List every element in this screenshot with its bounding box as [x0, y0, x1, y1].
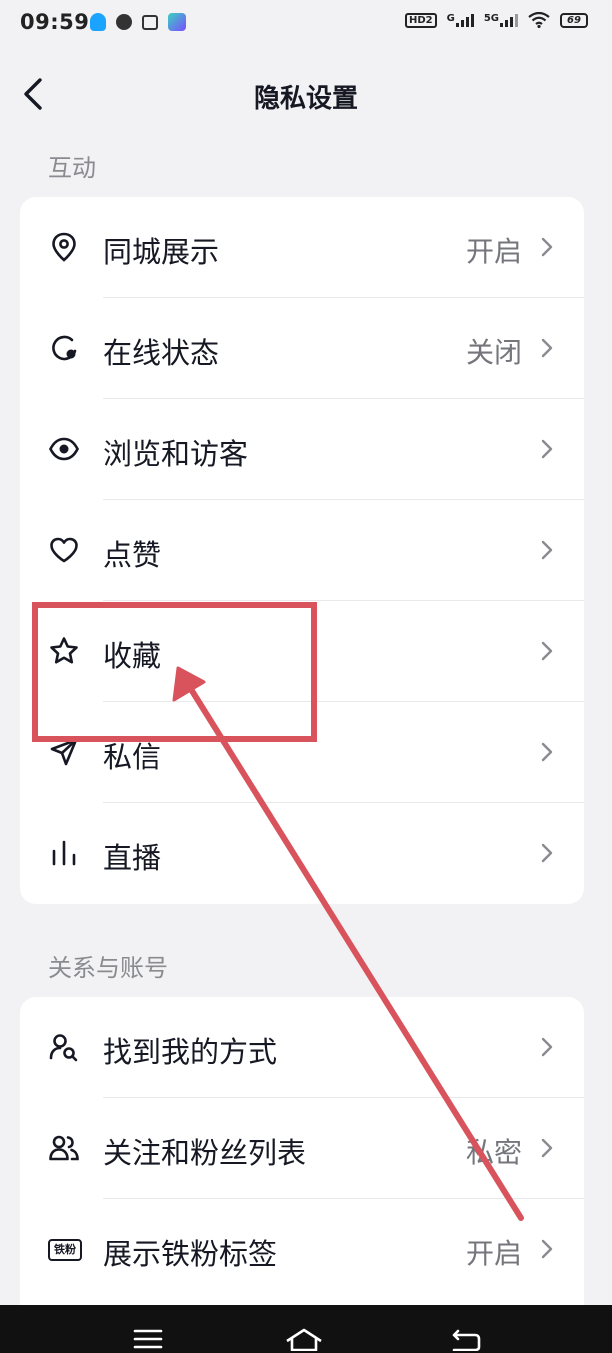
calendar-icon: [142, 14, 158, 30]
setting-row-likes[interactable]: 点赞: [20, 500, 584, 601]
setting-value: 关闭: [465, 336, 522, 369]
setting-value: 开启: [465, 1237, 522, 1270]
signal-5g-label: 5G: [483, 13, 499, 24]
setting-row-local-display[interactable]: 同城展示 开启: [20, 197, 584, 298]
chevron-right-icon: [541, 1037, 553, 1057]
setting-label: 直播: [103, 841, 162, 875]
setting-row-fan-badge[interactable]: 铁粉 展示铁粉标签 开启: [20, 1199, 584, 1300]
setting-row-views-visitors[interactable]: 浏览和访客: [20, 399, 584, 500]
setting-label: 同城展示: [103, 235, 220, 269]
setting-row-online-status[interactable]: 在线状态 关闭: [20, 298, 584, 399]
chevron-right-icon: [541, 742, 553, 762]
chevron-right-icon: [541, 641, 553, 661]
chevron-right-icon: [541, 540, 553, 560]
online-status-icon: [52, 335, 77, 361]
hd-indicator: HD2: [404, 12, 437, 28]
battery-icon: 69: [560, 12, 588, 28]
setting-label: 展示铁粉标签: [103, 1237, 278, 1271]
bar-chart-icon: [52, 840, 76, 866]
section-title-interaction: 互动: [48, 154, 96, 182]
chevron-right-icon: [541, 439, 553, 459]
setting-row-find-me[interactable]: 找到我的方式: [20, 997, 584, 1098]
eye-icon: [49, 437, 79, 461]
relations-settings-card: 找到我的方式 关注和粉丝列表 私密 铁粉 展示铁粉标签 开启: [20, 997, 584, 1305]
chevron-right-icon: [541, 1239, 553, 1259]
page-title: 隐私设置: [253, 84, 358, 114]
setting-label: 浏览和访客: [103, 437, 249, 471]
setting-label: 点赞: [103, 538, 162, 572]
users-icon: [49, 1135, 79, 1161]
status-right: HD2 G 5G 69: [404, 12, 588, 28]
back-nav-icon[interactable]: [450, 1327, 482, 1351]
setting-value: 开启: [465, 235, 522, 268]
fan-badge-icon: 铁粉: [48, 1239, 82, 1261]
chevron-right-icon: [541, 843, 553, 863]
setting-label: 关注和粉丝列表: [103, 1136, 307, 1170]
fan-badge-text: 铁粉: [54, 1243, 76, 1256]
location-pin-icon: [52, 232, 76, 262]
system-nav-bar: [0, 1305, 612, 1353]
interaction-settings-card: 同城展示 开启 在线状态 关闭 浏览和访客 点赞 收藏 私信 直播: [20, 197, 584, 904]
chevron-right-icon: [541, 237, 553, 257]
setting-label: 在线状态: [103, 336, 220, 370]
setting-label: 找到我的方式: [103, 1035, 278, 1069]
signal-5g-icon: 5G: [484, 13, 518, 27]
user-search-icon: [49, 1034, 78, 1062]
notification-icons: [90, 13, 186, 31]
status-time: 09:59: [20, 10, 90, 34]
status-bar: 09:59 HD2 G 5G 69: [0, 0, 612, 48]
setting-value: 私密: [465, 1136, 522, 1169]
compass-icon: [116, 14, 132, 30]
section-title-relations: 关系与账号: [48, 954, 168, 982]
qq-icon: [90, 13, 106, 31]
app-notification-icon: [168, 13, 186, 31]
signal-g-icon: G: [447, 13, 474, 27]
signal-g-label: G: [446, 13, 455, 24]
chevron-right-icon: [541, 1138, 553, 1158]
heart-icon: [50, 537, 78, 563]
wifi-icon: [528, 12, 550, 28]
home-icon[interactable]: [284, 1327, 324, 1351]
menu-icon[interactable]: [132, 1327, 164, 1351]
highlight-box: [32, 602, 317, 742]
setting-row-live[interactable]: 直播: [20, 803, 584, 904]
setting-row-follow-list[interactable]: 关注和粉丝列表 私密: [20, 1098, 584, 1199]
chevron-right-icon: [541, 338, 553, 358]
page-header: 隐私设置: [0, 48, 612, 140]
